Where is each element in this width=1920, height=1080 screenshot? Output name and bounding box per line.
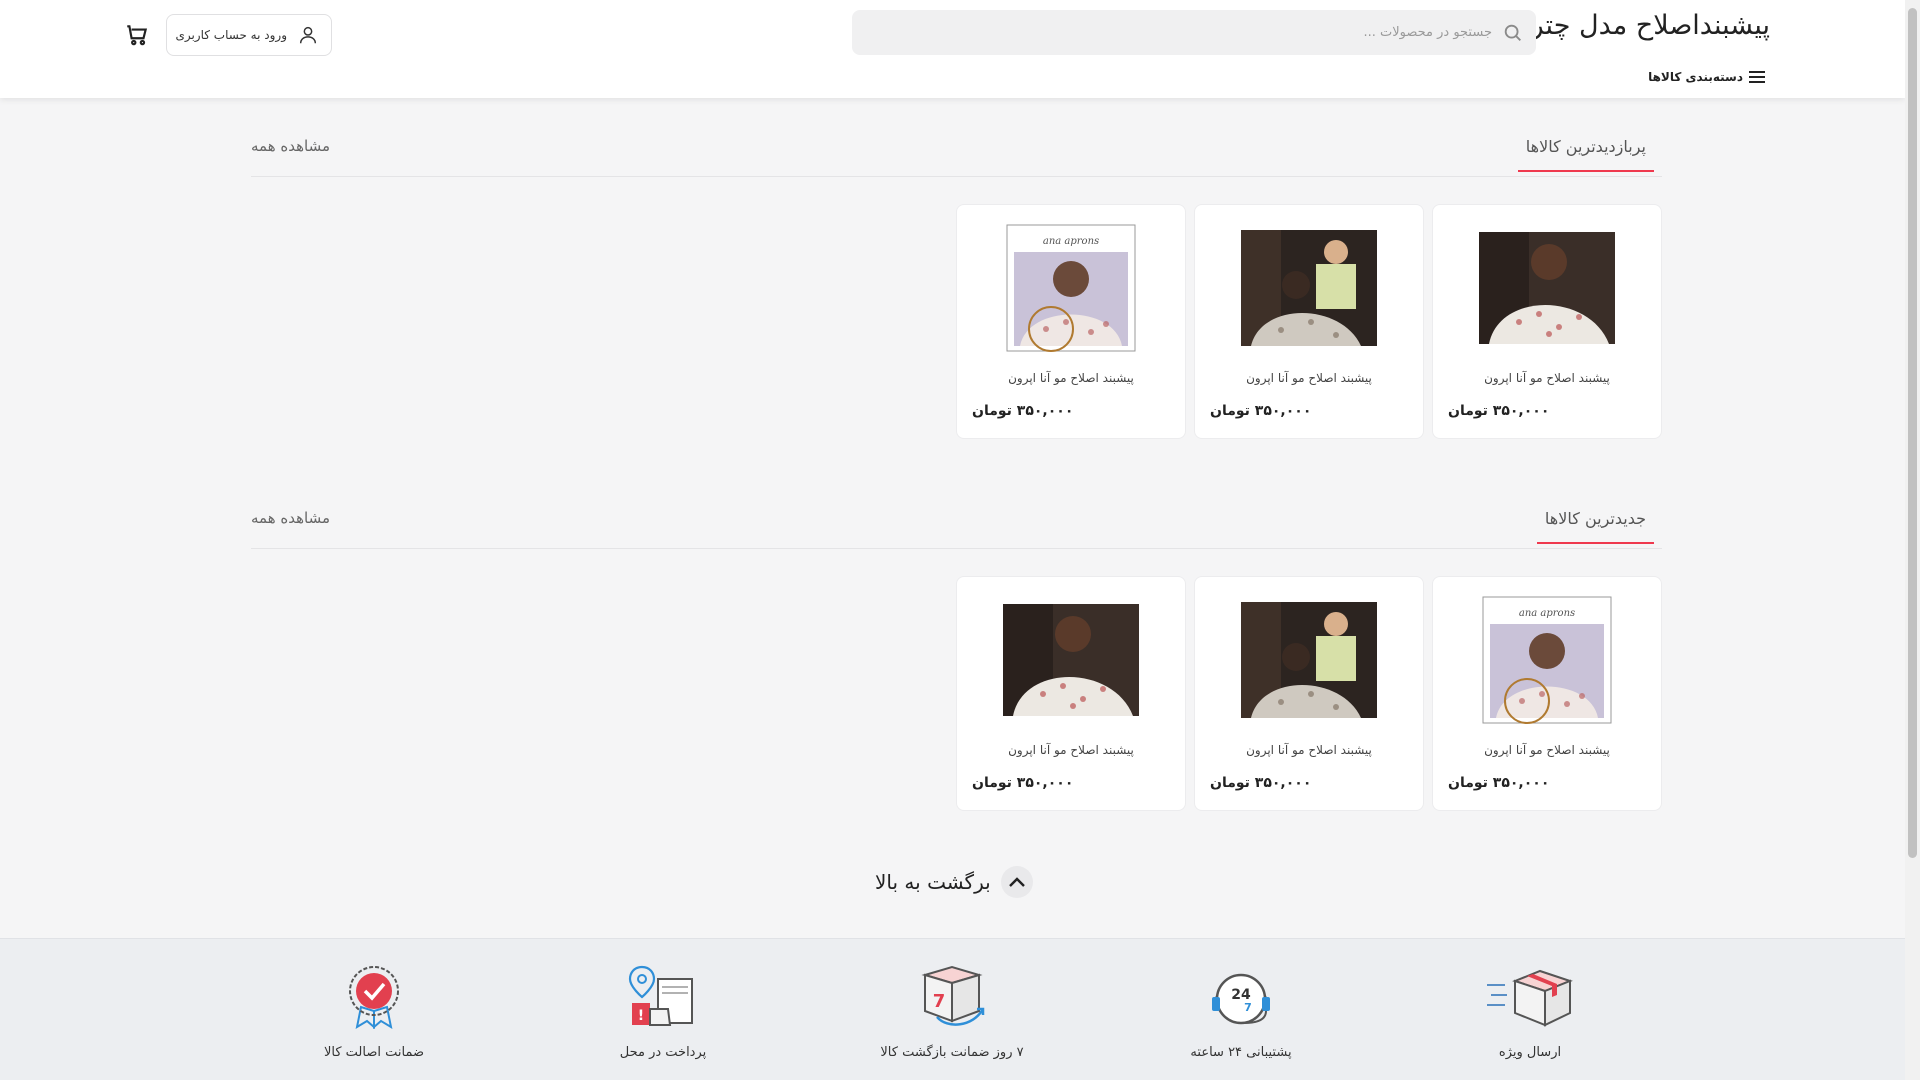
cart-icon[interactable]: [124, 22, 150, 48]
product-image[interactable]: ana aprons: [1479, 596, 1615, 724]
product-name[interactable]: پیشبند اصلاح مو آنا اپرون: [957, 371, 1185, 385]
newest-section: جدیدترین کالاها مشاهده همه ana aprons پی…: [251, 503, 1662, 813]
product-image[interactable]: [1241, 597, 1377, 723]
authenticity-badge-icon: [349, 966, 399, 1030]
svg-text:7: 7: [1244, 1001, 1252, 1014]
product-image[interactable]: ana aprons: [1003, 224, 1139, 352]
search-input[interactable]: [892, 10, 1492, 55]
product-list: ana aprons پیشبند اصلاح مو آنا اپرون ۳۵۰…: [956, 576, 1662, 811]
feature-return-7-days: 7 ۷ روز ضمانت بازگشت کالا: [862, 965, 1042, 1060]
product-card[interactable]: پیشبند اصلاح مو آنا اپرون ۳۵۰,۰۰۰ تومان: [956, 576, 1186, 811]
view-all-link[interactable]: مشاهده همه: [251, 137, 330, 155]
product-image[interactable]: [1241, 225, 1377, 351]
section-header: جدیدترین کالاها مشاهده همه: [251, 503, 1662, 549]
back-to-top-button[interactable]: برگشت به بالا: [875, 866, 1033, 898]
product-card[interactable]: ana aprons پیشبند اصلاح مو آنا اپرون ۳۵۰…: [1432, 576, 1662, 811]
user-icon: [299, 26, 317, 44]
svg-text:ana aprons: ana aprons: [1043, 236, 1099, 247]
feature-label: ۷ روز ضمانت بازگشت کالا: [880, 1045, 1024, 1060]
svg-text:7: 7: [933, 991, 946, 1012]
feature-authenticity: ضمانت اصالت کالا: [284, 965, 464, 1060]
login-button[interactable]: ورود به حساب کاربری: [166, 14, 332, 56]
site-title[interactable]: پیشبنداصلاح مدل چتر: [1531, 10, 1770, 41]
product-name[interactable]: پیشبند اصلاح مو آنا اپرون: [1433, 743, 1661, 757]
fast-delivery-icon: [1487, 969, 1573, 1027]
feature-label: ارسال ویژه: [1498, 1045, 1562, 1060]
site-header: پیشبنداصلاح مدل چتر ورود به حساب کاربری …: [0, 0, 1905, 98]
product-price: ۳۵۰,۰۰۰ تومان: [972, 775, 1074, 791]
product-card[interactable]: پیشبند اصلاح مو آنا اپرون ۳۵۰,۰۰۰ تومان: [1194, 204, 1424, 439]
section-title: پربازدیدترین کالاها: [1517, 137, 1654, 172]
product-price: ۳۵۰,۰۰۰ تومان: [1448, 775, 1550, 791]
product-name[interactable]: پیشبند اصلاح مو آنا اپرون: [1433, 371, 1661, 385]
scrollbar-thumb[interactable]: [1908, 8, 1917, 858]
footer-features: ارسال ویژه 24 7 پشتیبانی ۲۴ ساعته 7 ۷ روز…: [0, 938, 1905, 1080]
product-price: ۳۵۰,۰۰۰ تومان: [1210, 403, 1312, 419]
product-name[interactable]: پیشبند اصلاح مو آنا اپرون: [1195, 371, 1423, 385]
login-label: ورود به حساب کاربری: [175, 28, 287, 42]
menu-icon: [1749, 71, 1765, 83]
section-header: پربازدیدترین کالاها مشاهده همه: [251, 131, 1662, 177]
product-name[interactable]: پیشبند اصلاح مو آنا اپرون: [957, 743, 1185, 757]
section-title: جدیدترین کالاها: [1536, 509, 1654, 544]
feature-label: ضمانت اصالت کالا: [323, 1045, 425, 1060]
product-image[interactable]: [1003, 597, 1139, 723]
product-card[interactable]: پیشبند اصلاح مو آنا اپرون ۳۵۰,۰۰۰ تومان: [1194, 576, 1424, 811]
search-bar[interactable]: [852, 10, 1536, 55]
product-image[interactable]: [1479, 225, 1615, 351]
search-icon[interactable]: [1502, 22, 1524, 44]
product-price: ۳۵۰,۰۰۰ تومان: [1210, 775, 1312, 791]
product-name[interactable]: پیشبند اصلاح مو آنا اپرون: [1195, 743, 1423, 757]
product-card[interactable]: ana aprons پیشبند اصلاح مو آنا اپرون ۳۵۰…: [956, 204, 1186, 439]
cash-on-delivery-icon: !: [628, 965, 693, 1026]
view-all-link[interactable]: مشاهده همه: [251, 509, 330, 527]
chevron-up-icon: [1000, 866, 1033, 898]
feature-cash-on-delivery: ! پرداخت در محل: [573, 965, 753, 1060]
svg-text:ana aprons: ana aprons: [1519, 608, 1575, 619]
svg-text:!: !: [638, 1008, 644, 1024]
most-viewed-section: پربازدیدترین کالاها مشاهده همه پیشبند اص…: [251, 131, 1662, 441]
back-to-top-label: برگشت به بالا: [875, 870, 991, 894]
feature-support-24: 24 7 پشتیبانی ۲۴ ساعته: [1151, 965, 1331, 1060]
return-7-days-icon: 7: [921, 965, 985, 1026]
categories-menu[interactable]: دسته‌بندی کالاها: [1648, 70, 1765, 84]
product-price: ۳۵۰,۰۰۰ تومان: [972, 403, 1074, 419]
categories-label: دسته‌بندی کالاها: [1648, 70, 1743, 84]
product-card[interactable]: پیشبند اصلاح مو آنا اپرون ۳۵۰,۰۰۰ تومان: [1432, 204, 1662, 439]
product-list: پیشبند اصلاح مو آنا اپرون ۳۵۰,۰۰۰ تومان …: [956, 204, 1662, 439]
feature-label: پشتیبانی ۲۴ ساعته: [1190, 1045, 1292, 1060]
feature-fast-delivery: ارسال ویژه: [1440, 965, 1620, 1060]
support-24-icon: 247: [1212, 973, 1270, 1025]
page-scrollbar[interactable]: [1905, 0, 1920, 1080]
product-price: ۳۵۰,۰۰۰ تومان: [1448, 403, 1550, 419]
feature-label: پرداخت در محل: [619, 1045, 707, 1060]
